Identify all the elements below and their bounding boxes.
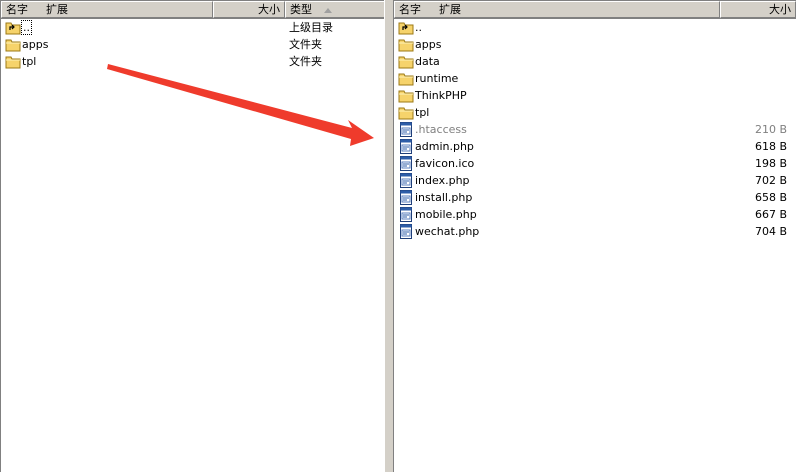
folder-icon — [398, 88, 414, 103]
folder-icon — [5, 54, 21, 69]
right-file-size: 704 B — [754, 225, 787, 238]
local-file-pane[interactable]: 名字 扩展 大小 类型 .. 上级目录 apps 文件夹 tpl 文件夹 — [0, 0, 384, 472]
folder-icon — [5, 37, 21, 52]
left-col-size-label: 大小 — [258, 3, 280, 16]
left-col-type-label: 类型 — [290, 3, 312, 16]
right-col-size-label: 大小 — [769, 3, 791, 16]
right-file-size: 667 B — [754, 208, 787, 221]
right-file-size: 658 B — [754, 191, 787, 204]
file-icon — [398, 173, 414, 188]
right-file-size: 702 B — [754, 174, 787, 187]
right-file-name: favicon.ico — [415, 157, 475, 170]
right-file-name: index.php — [415, 174, 470, 187]
file-icon — [398, 190, 414, 205]
left-file-type: 文件夹 — [289, 55, 322, 68]
right-file-name: wechat.php — [415, 225, 480, 238]
right-col-name-header[interactable]: 名字 扩展 — [394, 1, 720, 18]
left-file-row[interactable]: .. 上级目录 — [1, 19, 384, 36]
right-file-list: .. apps data runtime ThinkPHP tpl .htaccess 210… — [394, 19, 796, 240]
right-file-row[interactable]: wechat.php 704 B — [394, 223, 796, 240]
folder-icon — [398, 71, 414, 86]
right-file-row[interactable]: admin.php 618 B — [394, 138, 796, 155]
right-col-size-header[interactable]: 大小 — [720, 1, 796, 18]
folder-icon — [398, 37, 414, 52]
file-icon — [398, 224, 414, 239]
right-file-row[interactable]: favicon.ico 198 B — [394, 155, 796, 172]
left-file-name: tpl — [22, 55, 37, 68]
right-file-row[interactable]: tpl — [394, 104, 796, 121]
right-file-name: mobile.php — [415, 208, 477, 221]
right-file-row[interactable]: apps — [394, 36, 796, 53]
file-icon — [398, 139, 414, 154]
file-icon — [398, 122, 414, 137]
sort-ascending-icon — [324, 7, 332, 13]
right-file-name: tpl — [415, 106, 430, 119]
right-file-row[interactable]: ThinkPHP — [394, 87, 796, 104]
left-file-row[interactable]: apps 文件夹 — [1, 36, 384, 53]
left-file-name: apps — [22, 38, 49, 51]
right-file-name: runtime — [415, 72, 459, 85]
right-column-header: 名字 扩展 大小 — [394, 1, 796, 19]
right-file-name: .htaccess — [415, 123, 467, 136]
right-file-size: 198 B — [754, 157, 787, 170]
right-file-name: apps — [415, 38, 442, 51]
left-file-row[interactable]: tpl 文件夹 — [1, 53, 384, 70]
left-column-header: 名字 扩展 大小 类型 — [1, 1, 384, 19]
right-file-name: .. — [415, 21, 422, 34]
folder-icon — [398, 54, 414, 69]
left-file-list: .. 上级目录 apps 文件夹 tpl 文件夹 — [1, 19, 384, 70]
left-file-type: 文件夹 — [289, 38, 322, 51]
left-col-name-label: 名字 — [6, 3, 28, 16]
file-icon — [398, 207, 414, 222]
right-file-row[interactable]: .. — [394, 19, 796, 36]
folder-up-icon — [398, 20, 414, 35]
right-file-name: admin.php — [415, 140, 474, 153]
left-col-ext-label: 扩展 — [46, 3, 68, 16]
folder-icon — [398, 105, 414, 120]
left-col-type-header[interactable]: 类型 — [285, 1, 384, 18]
file-icon — [398, 156, 414, 171]
folder-up-icon — [5, 20, 21, 35]
right-file-row[interactable]: data — [394, 53, 796, 70]
right-file-name: ThinkPHP — [415, 89, 467, 102]
left-file-type: 上级目录 — [289, 21, 333, 34]
right-file-row[interactable]: install.php 658 B — [394, 189, 796, 206]
right-file-name: install.php — [415, 191, 473, 204]
left-col-size-header[interactable]: 大小 — [213, 1, 285, 18]
remote-file-pane[interactable]: 名字 扩展 大小 .. apps data runtime ThinkPHP tpl .hta… — [393, 0, 796, 472]
left-col-name-header[interactable]: 名字 扩展 — [1, 1, 213, 18]
right-col-ext-label: 扩展 — [439, 3, 461, 16]
right-file-size: 210 B — [754, 123, 787, 136]
right-file-row[interactable]: mobile.php 667 B — [394, 206, 796, 223]
right-col-name-label: 名字 — [399, 3, 421, 16]
right-file-size: 618 B — [754, 140, 787, 153]
right-file-row[interactable]: index.php 702 B — [394, 172, 796, 189]
right-file-row[interactable]: .htaccess 210 B — [394, 121, 796, 138]
right-file-name: data — [415, 55, 440, 68]
left-file-name: .. — [21, 20, 32, 35]
right-file-row[interactable]: runtime — [394, 70, 796, 87]
